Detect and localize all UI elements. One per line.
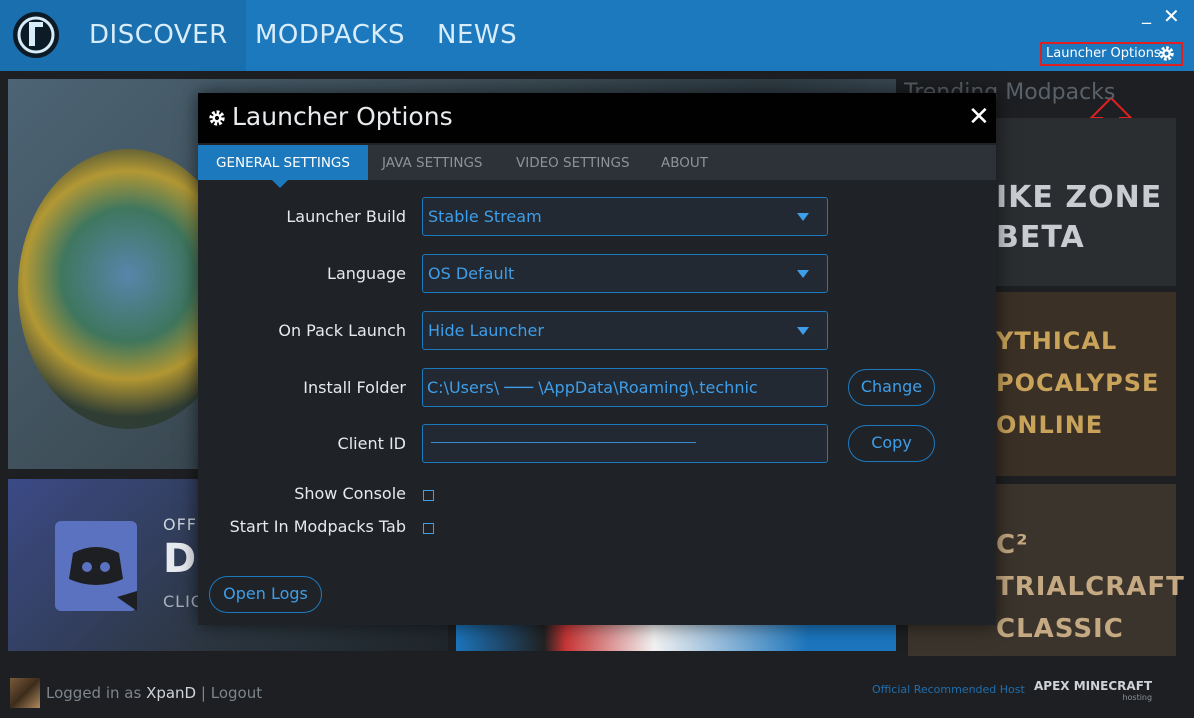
nav-discover[interactable]: DISCOVER: [71, 0, 246, 71]
settings-tabs: GENERAL SETTINGS JAVA SETTINGS VIDEO SET…: [198, 145, 996, 180]
open-logs-button[interactable]: Open Logs: [209, 576, 322, 613]
avatar: [10, 678, 40, 708]
logged-in-prefix: Logged in as: [46, 684, 142, 702]
active-tab-pointer: [272, 180, 288, 188]
copy-client-id-button[interactable]: Copy: [848, 425, 935, 462]
launcher-build-select[interactable]: Stable Stream: [422, 197, 828, 236]
gear-icon: [209, 110, 225, 126]
discord-icon: [55, 521, 137, 611]
on-pack-launch-select[interactable]: Hide Launcher: [422, 311, 828, 350]
install-folder-label: Install Folder: [303, 378, 406, 397]
official-host-link[interactable]: Official Recommended Host: [872, 683, 1025, 696]
launcher-options-button[interactable]: Launcher Options: [1040, 42, 1183, 66]
nav-news[interactable]: NEWS: [419, 0, 535, 71]
chevron-down-icon: [797, 213, 809, 221]
discord-text-3: CLIC: [163, 592, 203, 611]
dialog-title: Launcher Options: [232, 102, 453, 131]
technic-logo[interactable]: [0, 0, 71, 71]
show-console-label: Show Console: [294, 484, 406, 503]
on-pack-launch-label: On Pack Launch: [278, 321, 406, 340]
start-in-modpacks-checkbox[interactable]: [423, 523, 434, 534]
launcher-options-label: Launcher Options: [1046, 46, 1161, 61]
apex-logo[interactable]: APEX MINECRAFT hosting: [1034, 679, 1152, 702]
trending-card-text: IKE ZONE BETA: [996, 180, 1163, 255]
show-console-checkbox[interactable]: [423, 490, 434, 501]
login-status: Logged in as XpanD | Logout: [46, 684, 262, 702]
apex-brand: APEX MINECRAFT: [1034, 679, 1153, 693]
discord-text-2: D: [163, 536, 197, 582]
username: XpanD: [146, 684, 197, 702]
launcher-build-value: Stable Stream: [428, 207, 542, 226]
launcher-options-dialog: Launcher Options ✕ GENERAL SETTINGS JAVA…: [198, 93, 996, 625]
trending-card-text: C² TRIALCRAFT CLASSIC: [996, 530, 1185, 644]
separator: |: [200, 684, 206, 702]
trending-card-text: YTHICAL POCALYPSE ONLINE: [996, 327, 1160, 439]
client-id-label: Client ID: [337, 434, 406, 453]
on-pack-launch-value: Hide Launcher: [428, 321, 544, 340]
chevron-down-icon: [797, 327, 809, 335]
install-folder-input[interactable]: C:\Users\ ─── \AppData\Roaming\.technic: [422, 368, 828, 407]
discord-text-1: OFFI: [163, 515, 203, 534]
chevron-down-icon: [797, 270, 809, 278]
client-id-input[interactable]: ────────────────────────────────────────…: [422, 424, 828, 463]
logout-link[interactable]: Logout: [211, 684, 262, 702]
technic-logo-icon: [13, 12, 59, 58]
gear-icon: [1159, 46, 1174, 61]
tab-general-settings[interactable]: GENERAL SETTINGS: [198, 145, 368, 180]
minimize-button[interactable]: _: [1142, 4, 1151, 25]
dialog-close-button[interactable]: ✕: [968, 103, 990, 131]
nav-modpacks[interactable]: MODPACKS: [237, 0, 423, 71]
tab-about[interactable]: ABOUT: [661, 145, 708, 180]
tab-video-settings[interactable]: VIDEO SETTINGS: [516, 145, 630, 180]
dialog-header: Launcher Options ✕: [198, 93, 996, 143]
language-select[interactable]: OS Default: [422, 254, 828, 293]
start-in-modpacks-label: Start In Modpacks Tab: [229, 517, 406, 536]
change-folder-button[interactable]: Change: [848, 369, 935, 406]
tab-java-settings[interactable]: JAVA SETTINGS: [382, 145, 482, 180]
launcher-build-label: Launcher Build: [286, 207, 406, 226]
apex-sub: hosting: [1122, 693, 1153, 702]
language-label: Language: [327, 264, 406, 283]
close-window-button[interactable]: ✕: [1163, 4, 1180, 28]
language-value: OS Default: [428, 264, 515, 283]
